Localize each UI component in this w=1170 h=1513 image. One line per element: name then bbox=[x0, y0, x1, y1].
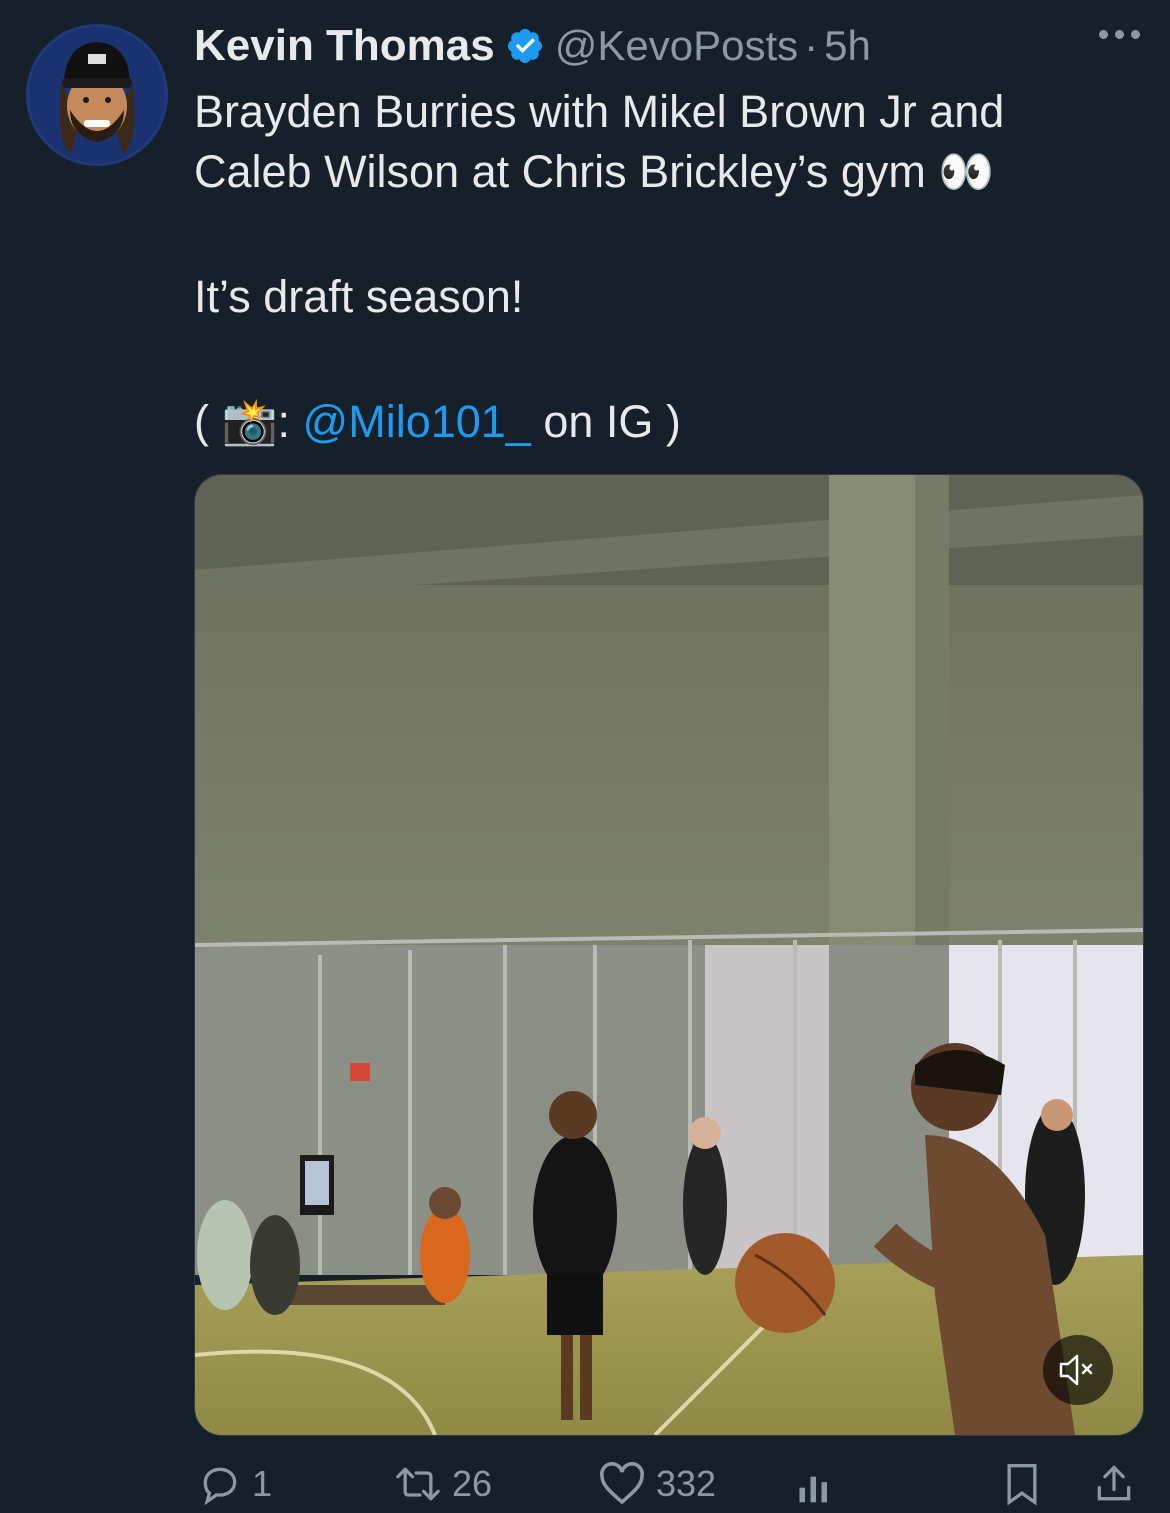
share-button[interactable] bbox=[1092, 1462, 1136, 1506]
reply-icon bbox=[203, 1467, 237, 1506]
tweet-action-bar: 1 26 332 bbox=[194, 1462, 1164, 1512]
post-time[interactable]: 5h bbox=[824, 22, 871, 70]
repost-icon bbox=[396, 1467, 440, 1501]
tweet-body: Brayden Burries with Mikel Brown Jr and … bbox=[194, 82, 1094, 452]
credit-mention-link[interactable]: @Milo101_ bbox=[303, 396, 531, 447]
share-icon bbox=[1097, 1465, 1131, 1501]
author-avatar[interactable] bbox=[26, 24, 168, 166]
reply-count: 1 bbox=[252, 1463, 273, 1504]
photo-credit: ( 📸: @Milo101_ on IG ) bbox=[194, 392, 1094, 452]
views-icon bbox=[799, 1476, 827, 1503]
repost-count: 26 bbox=[452, 1463, 493, 1504]
credit-close: on IG ) bbox=[530, 396, 681, 447]
tweet-line-2: Caleb Wilson at Chris Brickley’s gym 👀 bbox=[194, 146, 995, 197]
muted-speaker-icon[interactable] bbox=[1043, 1335, 1113, 1405]
heart-icon bbox=[600, 1462, 644, 1505]
verified-badge-icon bbox=[507, 28, 542, 64]
author-name[interactable]: Kevin Thomas bbox=[194, 21, 495, 71]
views-button[interactable] bbox=[794, 1462, 838, 1506]
reply-button[interactable]: 1 bbox=[198, 1462, 272, 1506]
credit-open: ( 📸: bbox=[194, 396, 303, 447]
more-options-icon[interactable] bbox=[1099, 30, 1140, 39]
tweet-header: Kevin Thomas @KevoPosts · 5h bbox=[194, 18, 871, 74]
separator-dot: · bbox=[804, 22, 819, 69]
video-player[interactable] bbox=[194, 474, 1144, 1436]
bookmark-icon bbox=[1007, 1464, 1037, 1506]
author-handle[interactable]: @KevoPosts bbox=[555, 22, 798, 70]
bookmark-button[interactable] bbox=[1002, 1462, 1042, 1506]
like-count: 332 bbox=[656, 1463, 717, 1504]
video-frame bbox=[195, 475, 1143, 1435]
like-button[interactable]: 332 bbox=[598, 1462, 716, 1506]
repost-button[interactable]: 26 bbox=[394, 1462, 492, 1506]
tweet-line-1: Brayden Burries with Mikel Brown Jr and bbox=[194, 86, 1005, 137]
tweet-line-3: It’s draft season! bbox=[194, 271, 524, 322]
